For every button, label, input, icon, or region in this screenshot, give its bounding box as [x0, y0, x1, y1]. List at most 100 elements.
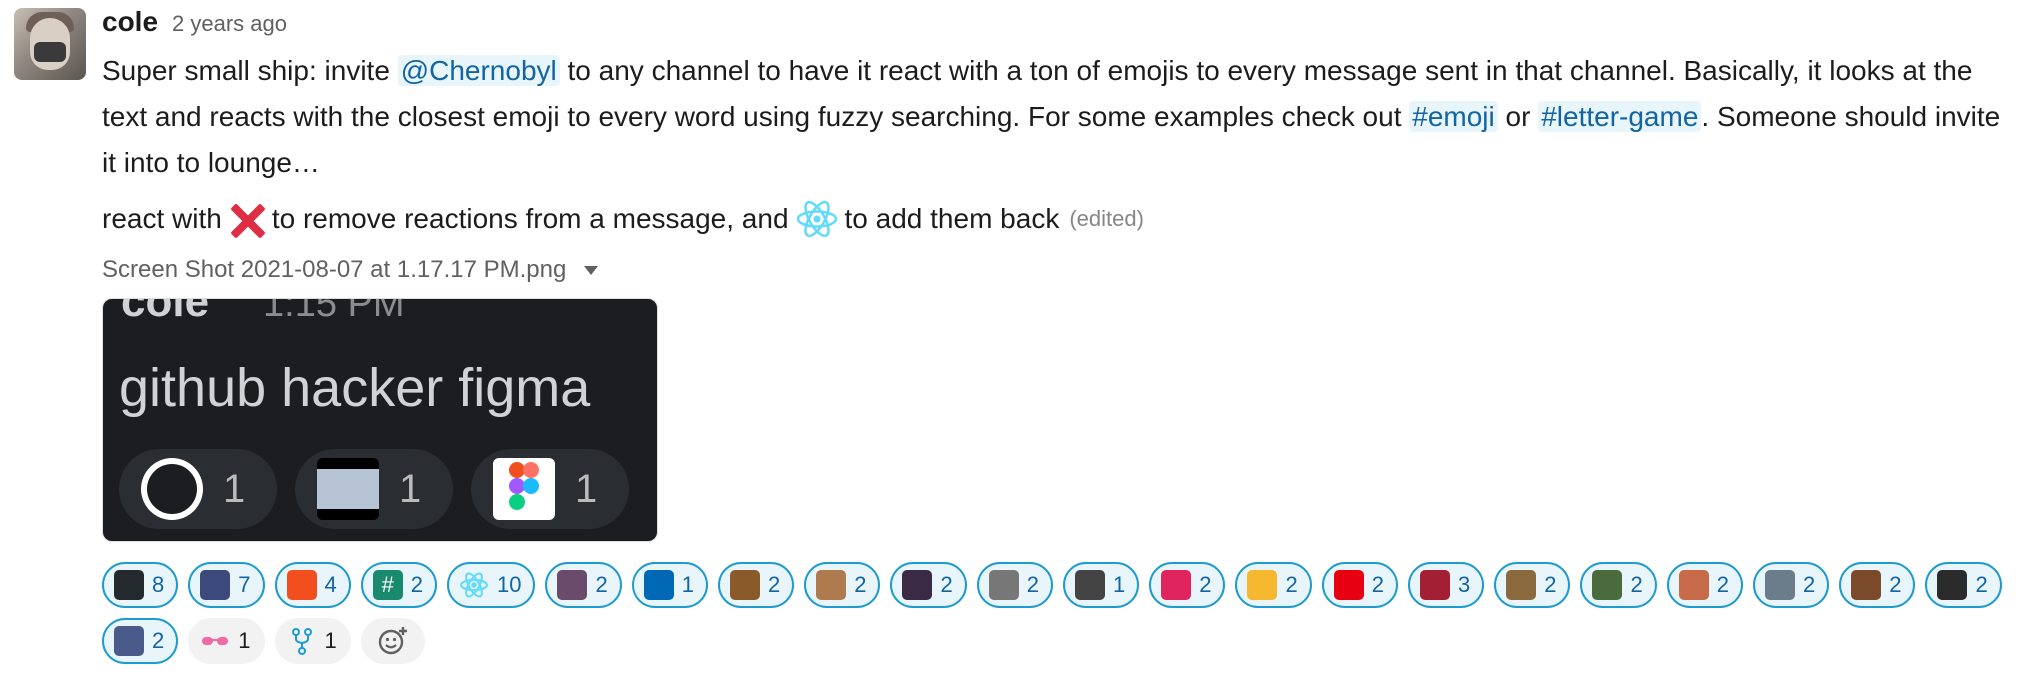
reaction-count: 2 [1975, 572, 1988, 597]
reaction-figma[interactable]: 4 [274, 562, 351, 608]
reaction-nintendo-switch[interactable]: 2 [1321, 562, 1398, 608]
reaction-witch-hat[interactable]: 2 [890, 562, 967, 608]
image-attachment[interactable]: cole 1:15 PM github hacker figma 1 1 1 [102, 298, 658, 542]
door-icon [1851, 570, 1882, 600]
reaction-mit[interactable]: 3 [1407, 562, 1485, 608]
reaction-count: 8 [152, 572, 165, 597]
reaction-count: 1 [238, 628, 251, 653]
person-photo-4-icon [1937, 570, 1968, 600]
reaction-intel[interactable]: 1 [631, 562, 708, 608]
user-mention[interactable]: @Chernobyl [397, 55, 560, 86]
reaction-this-that[interactable]: 2 [976, 562, 1053, 608]
channel-link-emoji[interactable]: #emoji [1409, 101, 1498, 132]
preview-text: github hacker figma [119, 358, 591, 418]
oof-icon [1161, 570, 1192, 600]
reaction-count: 2 [940, 572, 953, 597]
reaction-person-photo-3[interactable]: 2 [1752, 562, 1830, 608]
hacker-icon [317, 458, 379, 520]
reaction-count: 2 [1630, 572, 1643, 597]
edited-label: (edited) [1069, 206, 1144, 231]
potato-face-icon [816, 570, 847, 600]
shushing-face-icon [1247, 570, 1278, 600]
reaction-pto[interactable]: 2 [717, 562, 795, 608]
witch-hat-icon [902, 570, 933, 600]
text-segment: or [1497, 101, 1539, 132]
react-atom-icon [796, 200, 837, 238]
file-name[interactable]: Screen Shot 2021-08-07 at 1.17.17 PM.png [102, 256, 566, 284]
reaction-count: 4 [324, 572, 337, 597]
channel-link-letter-game[interactable]: #letter-game [1538, 101, 1702, 132]
reaction-door[interactable]: 2 [1839, 562, 1916, 608]
preview-author: cole [121, 298, 210, 326]
reaction-git-fork[interactable]: 1 [274, 618, 351, 664]
cup-photo-icon [1678, 570, 1709, 600]
avatar[interactable] [14, 8, 86, 80]
reaction-anime-girl[interactable]: 2 [545, 562, 622, 608]
chevron-down-icon[interactable] [584, 265, 599, 275]
timestamp[interactable]: 2 years ago [172, 11, 287, 37]
reaction-count: 2 [410, 572, 423, 597]
preview-reaction-count: 1 [399, 466, 422, 511]
text-segment: to add them back [844, 203, 1060, 234]
figma-icon [493, 458, 555, 520]
reaction-count: 1 [1112, 572, 1126, 597]
reaction-react-atom[interactable]: 10 [447, 562, 536, 608]
git-fork-icon [287, 626, 317, 656]
reaction-potato-face[interactable]: 2 [804, 562, 881, 608]
preview-reaction: 1 [471, 449, 629, 529]
reaction-person-photo-1[interactable]: 2 [1494, 562, 1571, 608]
add-emoji-icon [378, 627, 407, 655]
preview-reaction: 1 [119, 449, 277, 529]
preview-reaction-count: 1 [575, 466, 598, 511]
person-photo-2-icon [1592, 570, 1623, 600]
figma-icon [286, 570, 317, 600]
text-segment: to remove reactions from a message, and [271, 203, 789, 234]
reaction-count: 2 [1544, 572, 1557, 597]
reaction-count: 2 [1285, 572, 1298, 597]
nintendo-switch-icon [1333, 570, 1364, 600]
reaction-count: 2 [1889, 572, 1902, 597]
reaction-person-photo-4[interactable]: 2 [1925, 562, 2002, 608]
reaction-count: 2 [595, 572, 608, 597]
anime-girl-icon [557, 570, 588, 600]
hacker-icon [200, 570, 231, 600]
reaction-count: 2 [767, 572, 781, 597]
reaction-hacker[interactable]: 7 [188, 562, 265, 608]
preview-reaction-count: 1 [223, 466, 246, 511]
hashtag-icon: # [372, 570, 403, 600]
pto-icon [729, 570, 760, 600]
mit-icon [1419, 570, 1450, 600]
preview-time: 1:15 PM [263, 298, 405, 325]
file-header[interactable]: Screen Shot 2021-08-07 at 1.17.17 PM.png [102, 250, 2022, 290]
pink-sunglasses-icon [200, 626, 230, 656]
cross-mark-icon [228, 200, 266, 238]
hacker-2-icon [114, 626, 144, 656]
reaction-bar: 8 7 4 #2 10 2 1 2 2 2 2 1 2 2 2 3 2 2 2 2 2 2 2 1 1 [102, 562, 2022, 664]
reaction-hacker-2[interactable]: 2 [102, 618, 179, 664]
text-segment: react with [102, 203, 222, 234]
intel-icon [643, 570, 674, 600]
github-octocat-icon [114, 570, 144, 600]
reaction-count: 3 [1457, 572, 1471, 597]
reaction-count: 1 [681, 572, 694, 597]
reaction-hashtag[interactable]: #2 [360, 562, 437, 608]
reaction-count: 2 [1026, 572, 1039, 597]
reaction-oof[interactable]: 2 [1149, 562, 1226, 608]
message-content: cole 2 years ago Super small ship: invit… [102, 6, 2022, 664]
reaction-count: 2 [1802, 572, 1816, 597]
reaction-shushing-face[interactable]: 2 [1235, 562, 1312, 608]
message-line-2: react with to remove reactions from a me… [102, 196, 2022, 242]
author-name[interactable]: cole [102, 6, 158, 38]
reaction-github-octocat[interactable]: 8 [102, 562, 179, 608]
reaction-pink-sunglasses[interactable]: 1 [188, 618, 265, 664]
reaction-cup-photo[interactable]: 2 [1666, 562, 1743, 608]
reaction-count: 1 [324, 628, 337, 653]
add-reaction-button[interactable] [360, 618, 425, 664]
reaction-count: 2 [1371, 572, 1384, 597]
react-atom-icon [459, 570, 489, 600]
reaction-stick-figure[interactable]: 1 [1062, 562, 1140, 608]
person-photo-3-icon [1764, 570, 1795, 600]
reaction-person-photo-2[interactable]: 2 [1580, 562, 1657, 608]
this-that-icon [988, 570, 1019, 600]
stick-figure-icon [1074, 570, 1105, 600]
